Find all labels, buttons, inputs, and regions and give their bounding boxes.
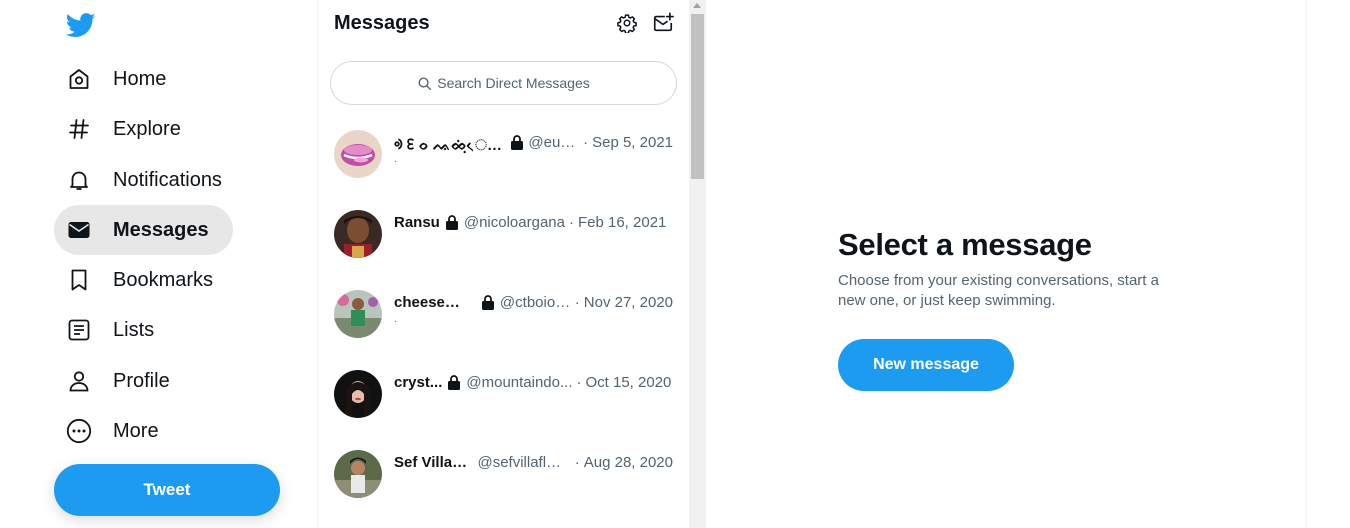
hashtag-icon — [66, 116, 92, 142]
new-message-envelope-icon[interactable] — [652, 12, 674, 34]
nav-item-home[interactable]: Home — [54, 54, 188, 104]
conversation-date: Nov 27, 2020 — [583, 293, 674, 311]
conversation-name: cryst... — [394, 373, 443, 391]
home-icon — [66, 66, 92, 92]
bookmark-icon — [66, 267, 92, 293]
nav-item-label: Bookmarks — [113, 268, 214, 291]
conversation-name: Sef Villaf... — [394, 453, 470, 471]
empty-state-subtitle: Choose from your existing conversations,… — [838, 272, 1159, 309]
nav-item-label: More — [113, 419, 159, 442]
conversation-handle: @nicoloargana — [463, 213, 565, 231]
settings-gear-icon[interactable] — [616, 12, 638, 34]
search-icon — [417, 75, 433, 91]
nav-item-label: Messages — [113, 218, 209, 241]
conversation-handle: @ctboiol... — [499, 293, 571, 311]
avatar — [334, 370, 382, 418]
avatar — [334, 210, 382, 258]
search-input[interactable]: Search Direct Messages — [330, 61, 677, 105]
conversation-item[interactable]: cheeseK... @ctboiol... · Nov 27, 2020 . — [318, 278, 689, 358]
empty-state-title: Select a message — [838, 227, 1092, 262]
conversation-item[interactable]: ᢀ ᢄ ᨔ ᨕᨖᨘᨗᨙ ᨚ ... @euni... · Sep 5, 2021… — [318, 118, 689, 198]
envelope-icon — [66, 217, 92, 243]
separator-dot: · — [574, 293, 580, 311]
conversation-date: Oct 15, 2020 — [585, 373, 672, 391]
nav-item-more[interactable]: More — [54, 406, 181, 456]
lock-icon — [510, 134, 524, 150]
nav-item-label: Profile — [113, 369, 170, 392]
nav-item-label: Notifications — [113, 168, 222, 191]
messages-title: Messages — [334, 12, 430, 34]
nav-item-lists[interactable]: Lists — [54, 305, 176, 355]
scroll-up-arrow-icon[interactable] — [693, 3, 701, 8]
conversation-name: cheeseK... — [394, 293, 468, 311]
scrollbar-thumb[interactable] — [691, 14, 704, 179]
conversation-handle: @sefvillaflo... — [477, 453, 567, 471]
conversation-name: Ransu — [394, 213, 440, 231]
nav-item-label: Explore — [113, 117, 181, 140]
avatar — [334, 450, 382, 498]
conversation-detail-panel: Select a message Choose from your existi… — [707, 0, 1307, 528]
nav-item-label: Lists — [113, 318, 155, 341]
lock-icon — [446, 374, 462, 390]
conversation-date: Aug 28, 2020 — [583, 453, 673, 471]
bell-icon — [66, 167, 92, 193]
nav-item-label: Home — [113, 67, 167, 90]
conversation-item[interactable]: Sef Villaf... @sefvillaflo... · Aug 28, … — [318, 438, 689, 518]
conversation-item[interactable]: Ransu @nicoloargana · Feb 16, 2021 — [318, 198, 689, 278]
avatar — [334, 290, 382, 338]
conversation-date: Feb 16, 2021 — [577, 213, 667, 231]
new-message-button[interactable]: New message — [838, 339, 1014, 391]
messages-panel: Messages Search Direct Messages ᢀ ᢄ ᨔ ᨕᨖ… — [318, 0, 689, 528]
lock-icon — [444, 214, 460, 230]
conversation-handle: @mountaindo... — [466, 373, 573, 391]
tweet-button[interactable]: Tweet — [54, 464, 280, 516]
conversation-date: Sep 5, 2021 — [592, 133, 673, 151]
twitter-logo-icon[interactable] — [64, 8, 98, 42]
conversation-name: ᢀ ᢄ ᨔ ᨕᨖᨘᨗᨙ ᨚ ... — [394, 137, 506, 154]
sidebar-nav: Home Explore Notifications Messages Book… — [0, 0, 318, 528]
nav-item-profile[interactable]: Profile — [54, 356, 192, 406]
separator-dot: · — [583, 133, 589, 151]
scrollbar[interactable] — [689, 0, 706, 528]
nav-item-messages[interactable]: Messages — [54, 205, 233, 255]
nav-item-explore[interactable]: Explore — [54, 104, 203, 154]
conversation-preview: . — [394, 154, 397, 165]
nav-item-bookmarks[interactable]: Bookmarks — [54, 255, 235, 305]
conversation-preview: . — [394, 314, 397, 325]
conversation-handle: @euni... — [528, 133, 580, 151]
list-icon — [66, 317, 92, 343]
separator-dot: · — [576, 373, 582, 391]
nav-item-notifications[interactable]: Notifications — [54, 155, 244, 205]
person-icon — [66, 368, 92, 394]
lock-icon — [480, 294, 496, 310]
conversation-item[interactable]: cryst... @mountaindo... · Oct 15, 2020 — [318, 358, 689, 438]
avatar — [334, 130, 382, 178]
separator-dot: · — [574, 453, 580, 471]
more-circle-icon — [66, 418, 92, 444]
search-placeholder: Search Direct Messages — [437, 75, 590, 91]
separator-dot: · — [568, 213, 574, 231]
